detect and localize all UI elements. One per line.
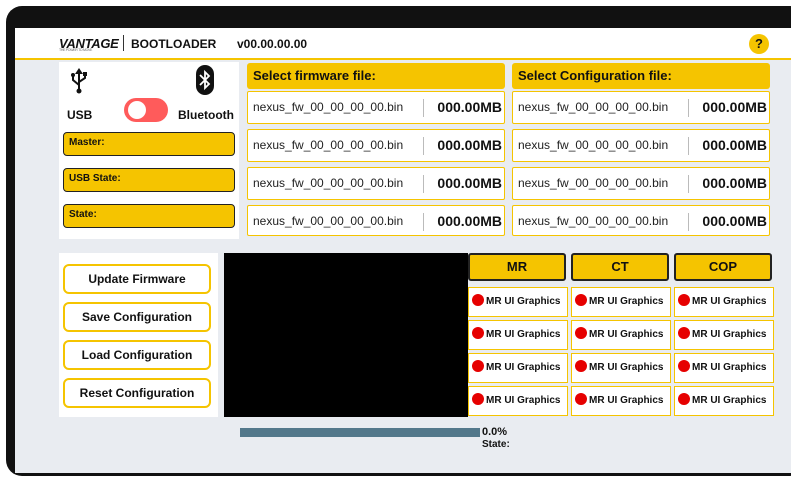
file-size: 000.00MB — [437, 175, 502, 191]
file-name: nexus_fw_00_00_00_00.bin — [253, 214, 404, 228]
status-indicator-icon — [575, 360, 587, 373]
divider — [423, 99, 424, 117]
logo-tagline: THE POWER TO MOVE — [59, 48, 93, 52]
divider — [688, 137, 689, 155]
status-indicator-icon — [678, 294, 690, 307]
reset-configuration-button[interactable]: Reset Configuration — [63, 378, 211, 408]
status-cell: MR UI Graphics — [674, 353, 774, 383]
status-cell: MR UI Graphics — [571, 287, 671, 317]
status-cell: MR UI Graphics — [571, 353, 671, 383]
status-indicator-icon — [678, 360, 690, 373]
progress-percent: 0.0% — [482, 426, 508, 438]
version-label: v00.00.00.00 — [237, 37, 308, 51]
vantage-logo: VANTAGE THE POWER TO MOVE — [59, 36, 119, 52]
status-cell: MR UI Graphics — [674, 320, 774, 350]
divider — [688, 99, 689, 117]
configuration-header: Select Configuration file: — [512, 63, 770, 89]
app-screen: VANTAGE THE POWER TO MOVE BOOTLOADER v00… — [15, 28, 791, 473]
status-cell: MR UI Graphics — [674, 386, 774, 416]
state-field: State: — [63, 204, 235, 228]
config-file-row[interactable]: nexus_fw_00_00_00_00.bin 000.00MB — [512, 129, 770, 162]
progress-bar — [240, 428, 480, 437]
config-file-row[interactable]: nexus_fw_00_00_00_00.bin 000.00MB — [512, 205, 770, 236]
display-area — [224, 253, 468, 417]
firmware-file-row[interactable]: nexus_fw_00_00_00_00.bin 000.00MB — [247, 205, 505, 236]
status-indicator-icon — [472, 393, 484, 406]
file-name: nexus_fw_00_00_00_00.bin — [253, 138, 404, 152]
status-cell: MR UI Graphics — [468, 386, 568, 416]
file-name: nexus_fw_00_00_00_00.bin — [518, 214, 669, 228]
status-cell: MR UI Graphics — [674, 287, 774, 317]
firmware-file-row[interactable]: nexus_fw_00_00_00_00.bin 000.00MB — [247, 91, 505, 124]
toggle-knob — [128, 101, 146, 119]
file-name: nexus_fw_00_00_00_00.bin — [518, 138, 669, 152]
status-cell: MR UI Graphics — [468, 353, 568, 383]
status-indicator-icon — [575, 327, 587, 340]
status-indicator-icon — [472, 327, 484, 340]
status-cell: MR UI Graphics — [468, 287, 568, 317]
save-configuration-button[interactable]: Save Configuration — [63, 302, 211, 332]
usb-label: USB — [67, 108, 93, 122]
firmware-header: Select firmware file: — [247, 63, 505, 89]
firmware-file-row[interactable]: nexus_fw_00_00_00_00.bin 000.00MB — [247, 167, 505, 200]
file-size: 000.00MB — [437, 213, 502, 229]
logo-divider — [123, 35, 124, 51]
status-indicator-icon — [575, 393, 587, 406]
status-indicator-icon — [472, 360, 484, 373]
top-bar: VANTAGE THE POWER TO MOVE BOOTLOADER v00… — [15, 28, 791, 60]
divider — [423, 213, 424, 231]
file-size: 000.00MB — [702, 99, 767, 115]
progress-state-label: State: — [482, 439, 510, 450]
help-button[interactable]: ? — [749, 34, 769, 54]
status-indicator-icon — [678, 327, 690, 340]
update-firmware-button[interactable]: Update Firmware — [63, 264, 211, 294]
column-header-mr: MR — [468, 253, 566, 281]
file-size: 000.00MB — [702, 175, 767, 191]
divider — [688, 175, 689, 193]
load-configuration-button[interactable]: Load Configuration — [63, 340, 211, 370]
app-title: BOOTLOADER — [131, 37, 217, 51]
file-size: 000.00MB — [437, 99, 502, 115]
divider — [688, 213, 689, 231]
file-size: 000.00MB — [437, 137, 502, 153]
column-header-cop: COP — [674, 253, 772, 281]
file-name: nexus_fw_00_00_00_00.bin — [253, 176, 404, 190]
divider — [423, 137, 424, 155]
usb-icon — [69, 68, 89, 94]
status-cell: MR UI Graphics — [571, 320, 671, 350]
divider — [423, 175, 424, 193]
status-indicator-icon — [678, 393, 690, 406]
bluetooth-icon — [196, 65, 214, 95]
file-name: nexus_fw_00_00_00_00.bin — [518, 176, 669, 190]
firmware-file-row[interactable]: nexus_fw_00_00_00_00.bin 000.00MB — [247, 129, 505, 162]
file-name: nexus_fw_00_00_00_00.bin — [253, 100, 404, 114]
column-header-ct: CT — [571, 253, 669, 281]
config-file-row[interactable]: nexus_fw_00_00_00_00.bin 000.00MB — [512, 167, 770, 200]
status-indicator-icon — [575, 294, 587, 307]
actions-panel: Update Firmware Save Configuration Load … — [59, 253, 218, 417]
device-frame: VANTAGE THE POWER TO MOVE BOOTLOADER v00… — [6, 6, 791, 476]
file-size: 000.00MB — [702, 213, 767, 229]
file-size: 000.00MB — [702, 137, 767, 153]
status-cell: MR UI Graphics — [468, 320, 568, 350]
file-name: nexus_fw_00_00_00_00.bin — [518, 100, 669, 114]
config-file-row[interactable]: nexus_fw_00_00_00_00.bin 000.00MB — [512, 91, 770, 124]
status-cell: MR UI Graphics — [571, 386, 671, 416]
status-indicator-icon — [472, 294, 484, 307]
connection-toggle[interactable] — [124, 98, 168, 122]
usb-state-field: USB State: — [63, 168, 235, 192]
bluetooth-label: Bluetooth — [178, 108, 234, 122]
master-field: Master: — [63, 132, 235, 156]
connection-panel: USB Bluetooth Master: USB State: State: — [59, 62, 239, 239]
